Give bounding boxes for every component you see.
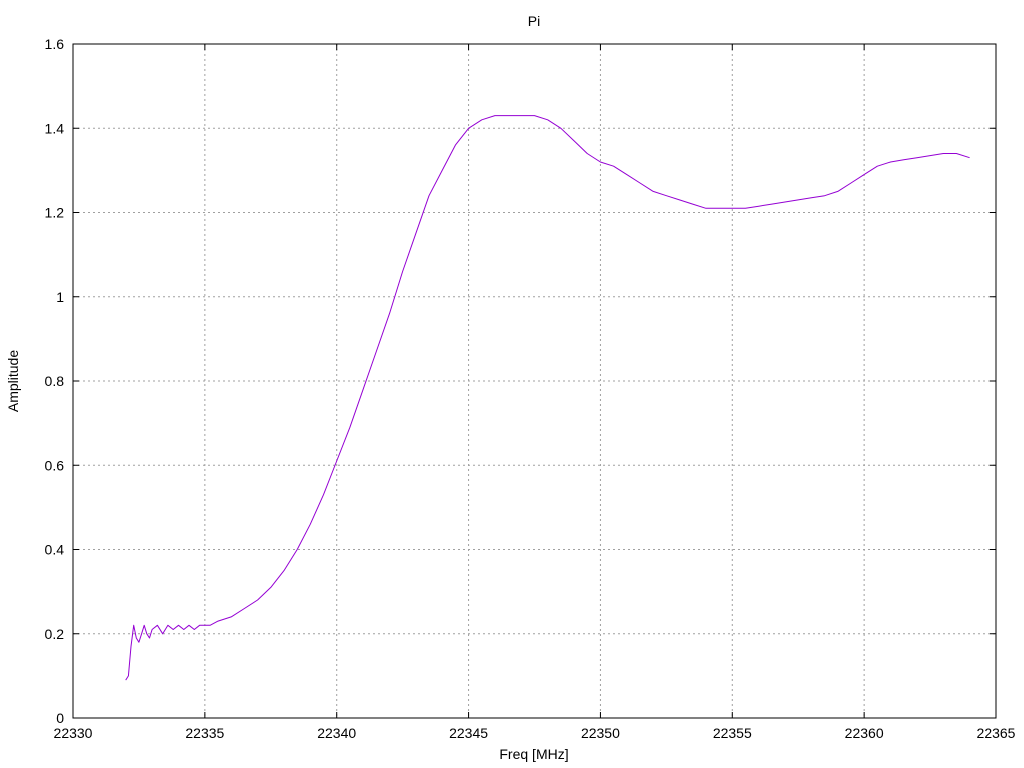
y-tick-label: 1.2 bbox=[45, 205, 65, 221]
chart: 22330 22335 22340 22345 22350 22355 22360 22365… bbox=[0, 0, 1024, 768]
chart-title: Pi bbox=[528, 13, 540, 29]
y-tick-label: 1 bbox=[56, 289, 64, 305]
y-tick-label: 1.6 bbox=[45, 36, 65, 52]
y-axis-title: Amplitude bbox=[5, 350, 21, 412]
x-axis-title: Freq [MHz] bbox=[499, 746, 568, 762]
y-tick-label: 0 bbox=[56, 710, 64, 726]
x-tick-label: 22335 bbox=[185, 725, 224, 741]
x-tick-label: 22330 bbox=[54, 725, 93, 741]
x-tick-label: 22345 bbox=[449, 725, 488, 741]
y-tick-label: 0.8 bbox=[45, 373, 65, 389]
x-tick-label: 22355 bbox=[713, 725, 752, 741]
y-tick-label: 0.6 bbox=[45, 457, 65, 473]
x-tick-label: 22340 bbox=[317, 725, 356, 741]
y-tick-label: 1.4 bbox=[45, 120, 65, 136]
x-tick-label: 22350 bbox=[581, 725, 620, 741]
y-tick-label: 0.4 bbox=[45, 542, 65, 558]
y-tick-label: 0.2 bbox=[45, 626, 65, 642]
x-tick-label: 22360 bbox=[845, 725, 884, 741]
x-tick-label: 22365 bbox=[977, 725, 1016, 741]
